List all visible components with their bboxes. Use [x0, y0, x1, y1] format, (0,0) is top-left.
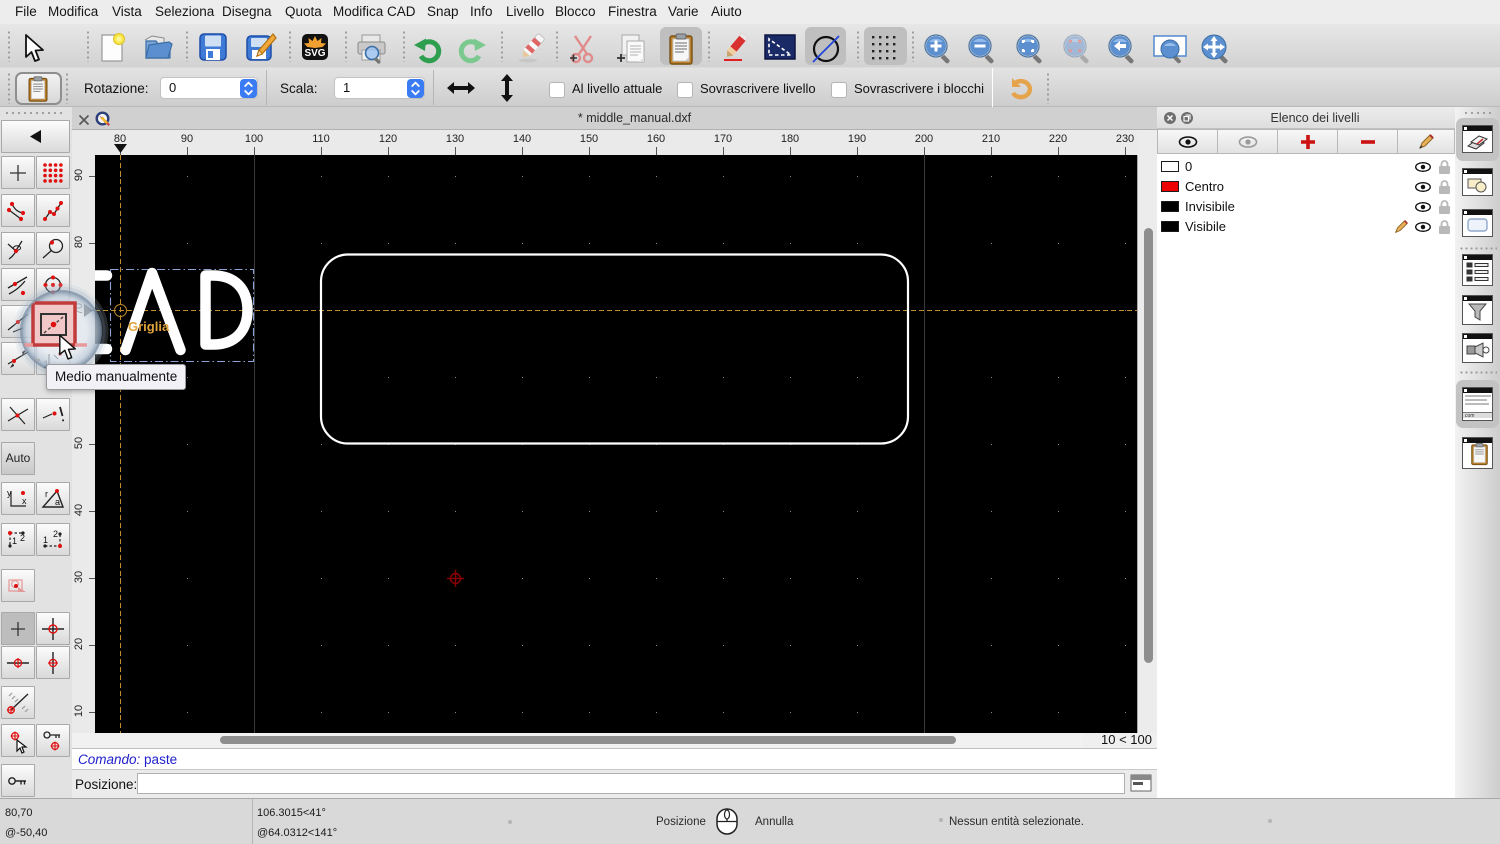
- svg-text:1: 1: [43, 535, 48, 545]
- svg-text:r: r: [45, 489, 48, 499]
- svg-text:y: y: [7, 488, 12, 498]
- svg-text:x: x: [22, 496, 27, 506]
- svg-text:2: 2: [20, 533, 25, 543]
- svg-text:a: a: [55, 497, 60, 507]
- svg-text:2: 2: [53, 529, 58, 539]
- svg-text:SVG: SVG: [304, 48, 325, 59]
- svg-text:Griglia: Griglia: [128, 319, 170, 334]
- svg-text:1: 1: [12, 536, 17, 546]
